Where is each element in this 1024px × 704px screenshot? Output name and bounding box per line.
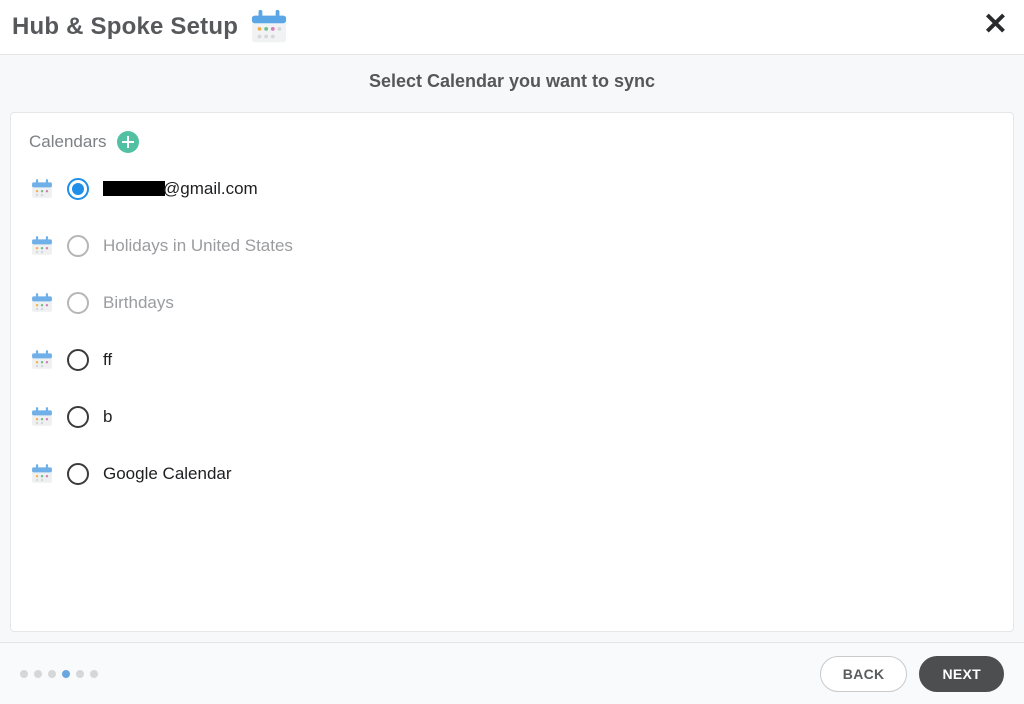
calendar-row: Birthdays — [31, 287, 995, 319]
calendar-radio[interactable] — [67, 349, 89, 371]
step-dot — [76, 670, 84, 678]
calendar-row[interactable]: ff — [31, 344, 995, 376]
calendar-label: Holidays in United States — [103, 236, 293, 256]
calendar-row: Holidays in United States — [31, 230, 995, 262]
modal-subtitle: Select Calendar you want to sync — [0, 55, 1024, 112]
calendar-icon — [31, 349, 53, 371]
close-icon[interactable]: ✕ — [975, 6, 1016, 44]
calendars-card: Calendars @gmail.com Holidays in United … — [10, 112, 1014, 632]
calendar-icon — [31, 463, 53, 485]
step-dot — [34, 670, 42, 678]
calendar-icon — [31, 292, 53, 314]
calendars-heading: Calendars — [29, 132, 107, 152]
back-button[interactable]: BACK — [820, 656, 908, 692]
calendar-radio[interactable] — [67, 178, 89, 200]
next-button[interactable]: NEXT — [919, 656, 1004, 692]
calendar-label: Birthdays — [103, 293, 174, 313]
hub-spoke-setup-modal: Hub & Spoke Setup ✕ Select Calendar you … — [0, 0, 1024, 704]
modal-footer: BACK NEXT — [0, 642, 1024, 704]
step-dot — [20, 670, 28, 678]
modal-header: Hub & Spoke Setup ✕ — [0, 0, 1024, 55]
calendar-radio[interactable] — [67, 406, 89, 428]
calendar-label: b — [103, 407, 112, 427]
step-progress — [20, 670, 98, 678]
calendar-label: @gmail.com — [103, 179, 258, 199]
calendar-icon — [31, 178, 53, 200]
calendar-row[interactable]: Google Calendar — [31, 458, 995, 490]
calendar-icon — [31, 406, 53, 428]
step-dot — [90, 670, 98, 678]
step-dot — [48, 670, 56, 678]
step-dot — [62, 670, 70, 678]
calendar-radio — [67, 292, 89, 314]
calendar-radio[interactable] — [67, 463, 89, 485]
plus-icon — [122, 136, 134, 148]
calendar-icon — [250, 8, 288, 46]
calendar-label: ff — [103, 350, 112, 370]
modal-title: Hub & Spoke Setup — [12, 13, 238, 41]
calendar-row[interactable]: b — [31, 401, 995, 433]
add-calendar-button[interactable] — [117, 131, 139, 153]
calendar-icon — [31, 235, 53, 257]
calendars-heading-row: Calendars — [29, 131, 995, 153]
redacted-text — [103, 181, 165, 196]
calendar-label: Google Calendar — [103, 464, 232, 484]
calendar-radio — [67, 235, 89, 257]
calendar-row[interactable]: @gmail.com — [31, 173, 995, 205]
